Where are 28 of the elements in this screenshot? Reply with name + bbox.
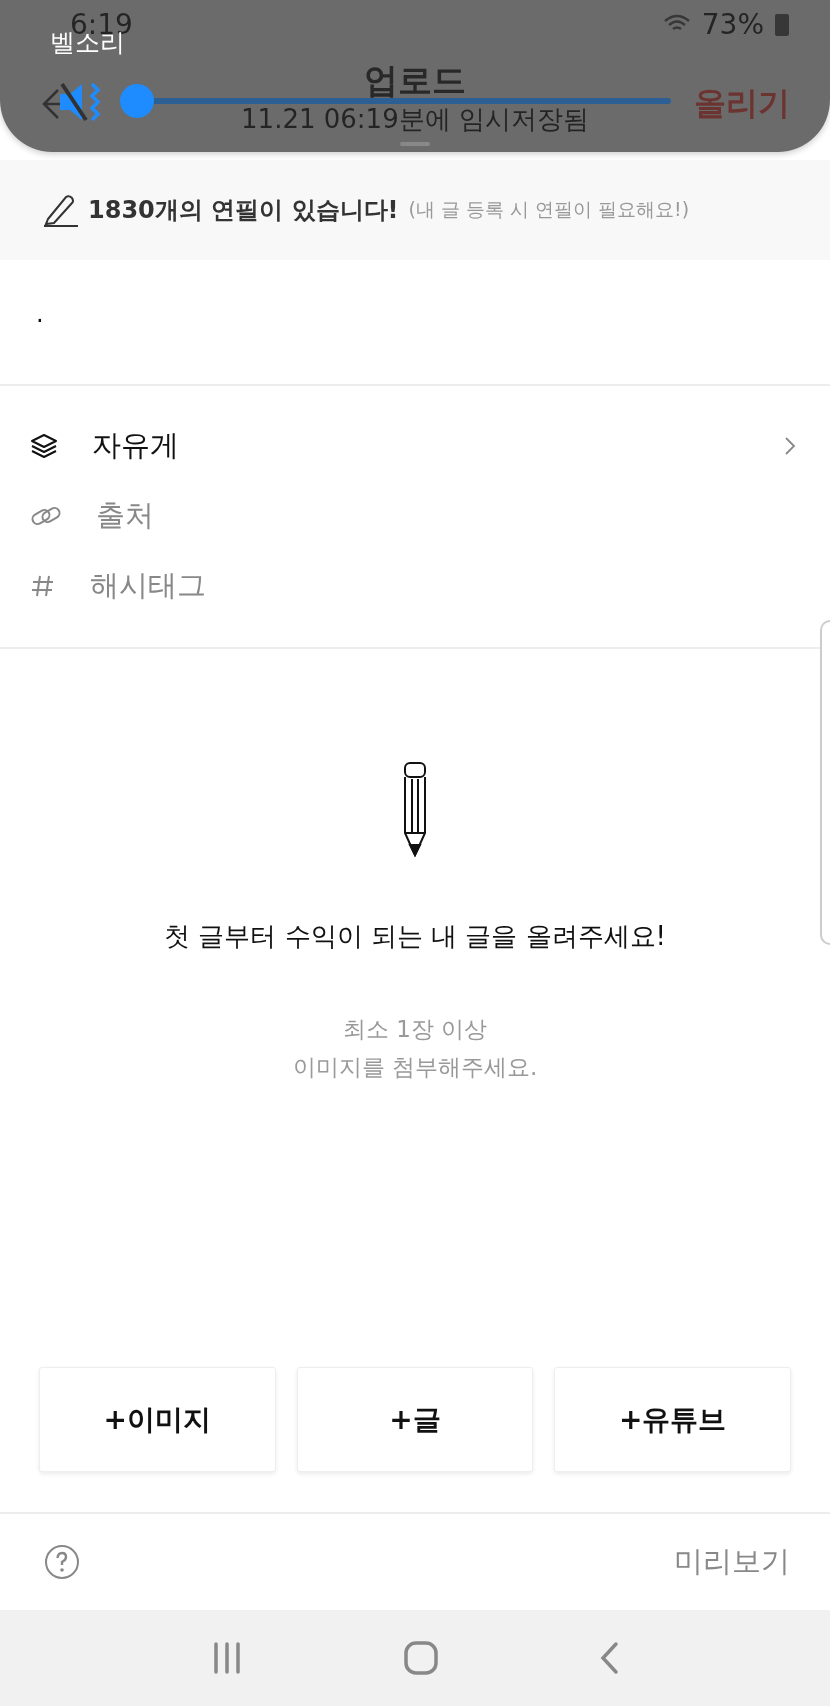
option-row[interactable]: 출처 xyxy=(0,481,830,551)
option-label: 출처 xyxy=(96,497,155,534)
autosave-status: 11.21 06:19분에 임시저장됨 xyxy=(241,104,589,134)
battery-percent: 73% xyxy=(701,7,764,41)
add-content-button[interactable]: +유튜브 xyxy=(554,1367,791,1472)
back-nav-button[interactable] xyxy=(599,1641,620,1675)
pencil-count: 1830개의 연필이 있습니다! xyxy=(88,195,399,226)
layers-icon xyxy=(30,433,58,459)
add-content-button[interactable]: +글 xyxy=(296,1367,534,1472)
pencil-icon xyxy=(42,193,78,227)
empty-hint: 최소 1장 이상 이미지를 첨부해주세요. xyxy=(292,1015,538,1082)
page-title: 업로드 xyxy=(364,59,466,102)
post-body-text[interactable]: . xyxy=(0,260,830,384)
chevron-right-icon xyxy=(784,436,796,456)
option-row[interactable]: 해시태그 xyxy=(0,551,830,621)
option-row[interactable]: 자유게 xyxy=(0,411,830,481)
pencil-note: (내 글 등록 시 연필이 필요해요!) xyxy=(408,197,690,222)
option-label: 해시태그 xyxy=(90,567,207,604)
volume-thumb[interactable] xyxy=(120,84,154,118)
empty-heading: 첫 글부터 수익이 되는 내 글을 올려주세요! xyxy=(164,920,666,953)
edge-panel-handle[interactable] xyxy=(820,620,830,945)
hashtag-icon xyxy=(30,573,56,599)
preview-button[interactable]: 미리보기 xyxy=(674,1542,790,1582)
help-icon[interactable] xyxy=(44,1544,80,1580)
home-button[interactable] xyxy=(404,1641,438,1675)
add-content-button[interactable]: +이미지 xyxy=(39,1367,276,1472)
option-label: 자유게 xyxy=(92,427,180,464)
link-icon xyxy=(30,504,62,528)
